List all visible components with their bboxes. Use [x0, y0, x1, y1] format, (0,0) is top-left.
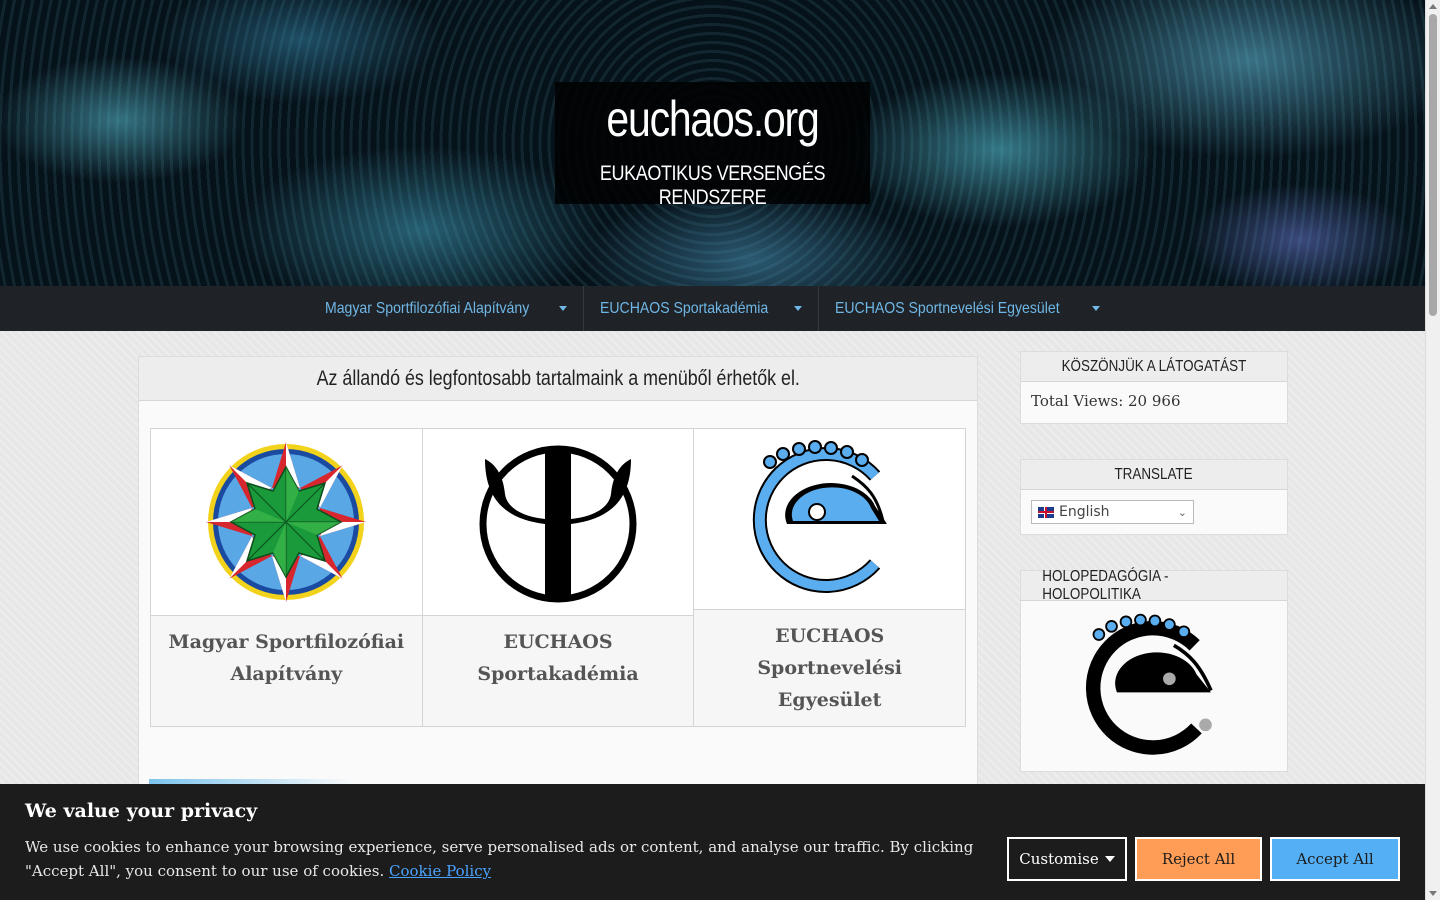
- cookie-text-body: We use cookies to enhance your browsing …: [25, 838, 974, 880]
- nav-item-sportnevelesi[interactable]: EUCHAOS Sportnevelési Egyesület: [819, 286, 1116, 331]
- widget-title: KÖSZÖNJÜK A LÁTOGATÁST: [1021, 352, 1287, 382]
- card-sportakademia[interactable]: EUCHAOS Sportakadémia: [422, 429, 695, 726]
- main-heading: Az állandó és legfontosabb tartalmaink a…: [139, 357, 977, 401]
- main-navigation: Magyar Sportfilozófiai Alapítvány EUCHAO…: [0, 286, 1425, 331]
- psi-logo-icon: [479, 445, 637, 603]
- featured-grid: Magyar Sportfilozófiai Alapítvány EUCHAO…: [150, 428, 966, 727]
- card-image[interactable]: [694, 429, 966, 610]
- translate-body: English ⌄: [1021, 490, 1287, 534]
- widget-title: HOLOPEDAGÓGIA - HOLOPOLITIKA: [1021, 567, 1287, 603]
- scroll-down-arrow-icon[interactable]: [1429, 891, 1437, 896]
- chevron-down-icon: [1104, 856, 1115, 862]
- scrollbar-thumb[interactable]: [1429, 14, 1437, 316]
- card-sportnevelesi[interactable]: EUCHAOS Sportnevelési Egyesület: [694, 429, 966, 726]
- language-select-value: English: [1059, 504, 1110, 520]
- holo-image[interactable]: [1021, 601, 1287, 761]
- site-branding: euchaos.org EUKAOTIKUS VERSENGÉS RENDSZE…: [555, 82, 870, 209]
- card-caption[interactable]: EUCHAOS Sportakadémia: [423, 616, 694, 700]
- cookie-banner: We value your privacy We use cookies to …: [0, 784, 1425, 900]
- site-header: euchaos.org EUKAOTIKUS VERSENGÉS RENDSZE…: [0, 0, 1425, 286]
- page-scrollbar[interactable]: [1425, 0, 1440, 900]
- card-image[interactable]: [422, 429, 694, 616]
- uk-flag-icon: [1038, 506, 1054, 518]
- site-title[interactable]: euchaos.org: [583, 90, 841, 148]
- chevron-down-icon: [793, 306, 802, 311]
- widget-translate: TRANSLATE English ⌄: [1020, 459, 1288, 535]
- cookie-text: We use cookies to enhance your browsing …: [25, 835, 980, 883]
- holopedagogia-logo-icon: [1085, 613, 1213, 755]
- euchaos-e-logo-icon: [752, 440, 887, 593]
- main-heading-text: Az állandó és legfontosabb tartalmaink a…: [316, 366, 800, 390]
- nav-item-label: EUCHAOS Sportakadémia: [600, 299, 769, 317]
- reject-all-button[interactable]: Reject All: [1135, 837, 1262, 881]
- card-sportfilozofia[interactable]: Magyar Sportfilozófiai Alapítvány: [151, 429, 423, 726]
- card-caption[interactable]: EUCHAOS Sportnevelési Egyesület: [694, 610, 965, 726]
- scroll-up-arrow-icon[interactable]: [1429, 4, 1437, 9]
- customise-button-label: Customise: [1019, 850, 1099, 868]
- chevron-down-icon: [1091, 306, 1100, 311]
- widget-title-text: TRANSLATE: [1114, 465, 1194, 483]
- customise-button[interactable]: Customise: [1007, 837, 1127, 881]
- language-select[interactable]: English ⌄: [1031, 500, 1194, 524]
- widget-holo: HOLOPEDAGÓGIA - HOLOPOLITIKA: [1020, 567, 1288, 772]
- widget-title-text: HOLOPEDAGÓGIA - HOLOPOLITIKA: [1042, 567, 1169, 603]
- nav-item-sportfilozofia[interactable]: Magyar Sportfilozófiai Alapítvány: [309, 286, 585, 331]
- widget-title-text: KÖSZÖNJÜK A LÁTOGATÁST: [1061, 357, 1247, 375]
- widget-title: TRANSLATE: [1021, 460, 1287, 490]
- card-image[interactable]: [151, 429, 422, 616]
- nav-item-label: EUCHAOS Sportnevelési Egyesület: [834, 299, 1060, 317]
- chevron-down-icon: ⌄: [1177, 505, 1187, 519]
- chevron-down-icon: [559, 306, 568, 311]
- nav-item-label: Magyar Sportfilozófiai Alapítvány: [325, 299, 530, 317]
- card-caption[interactable]: Magyar Sportfilozófiai Alapítvány: [151, 616, 422, 700]
- total-views: Total Views: 20 966: [1031, 392, 1181, 410]
- accept-all-button[interactable]: Accept All: [1270, 837, 1400, 881]
- cookie-policy-link[interactable]: Cookie Policy: [389, 862, 491, 880]
- cookie-title: We value your privacy: [25, 800, 258, 822]
- widget-visits: KÖSZÖNJÜK A LÁTOGATÁST Total Views: 20 9…: [1020, 351, 1288, 424]
- site-description: EUKAOTIKUS VERSENGÉS RENDSZERE: [599, 162, 826, 209]
- sportfilozofia-star-logo-icon: [206, 442, 367, 602]
- main-content: Az állandó és legfontosabb tartalmaink a…: [138, 356, 978, 796]
- nav-item-sportakademia[interactable]: EUCHAOS Sportakadémia: [584, 286, 819, 331]
